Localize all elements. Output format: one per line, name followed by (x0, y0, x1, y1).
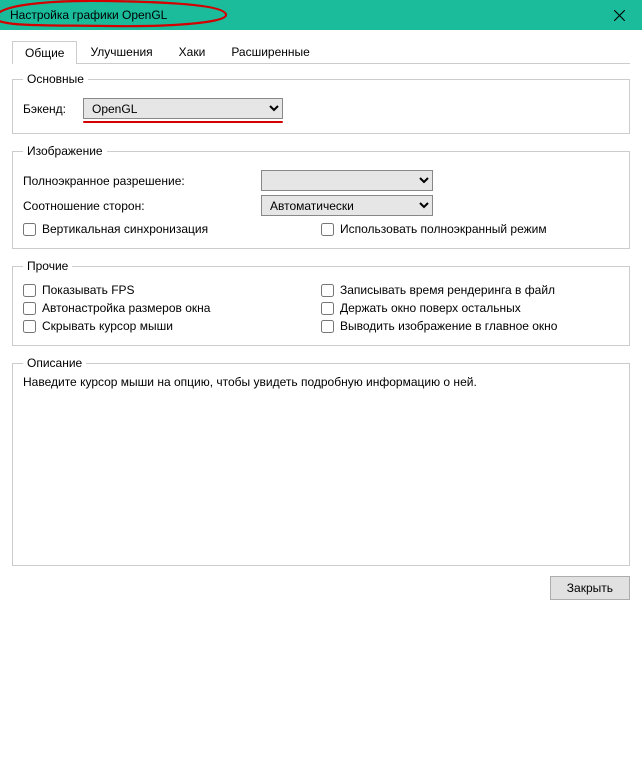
hide-cursor-checkbox[interactable] (23, 320, 36, 333)
hide-cursor-label[interactable]: Скрывать курсор мыши (23, 319, 321, 333)
show-fps-label[interactable]: Показывать FPS (23, 283, 321, 297)
tab-advanced[interactable]: Расширенные (218, 40, 323, 63)
window-close-button[interactable] (597, 0, 642, 30)
tab-general[interactable]: Общие (12, 41, 77, 64)
fieldset-description: Описание Наведите курсор мыши на опцию, … (12, 356, 630, 566)
legend-description: Описание (23, 356, 86, 370)
show-fps-checkbox[interactable] (23, 284, 36, 297)
close-icon (614, 10, 625, 21)
fieldset-display: Изображение Полноэкранное разрешение: Со… (12, 144, 630, 249)
close-button[interactable]: Закрыть (550, 576, 630, 600)
keep-top-checkbox[interactable] (321, 302, 334, 315)
tab-enhancements[interactable]: Улучшения (77, 40, 165, 63)
fullres-label: Полноэкранное разрешение: (23, 174, 253, 188)
fieldset-basic: Основные Бэкенд: OpenGL (12, 72, 630, 134)
description-text: Наведите курсор мыши на опцию, чтобы уви… (23, 374, 619, 391)
tab-hacks[interactable]: Хаки (166, 40, 219, 63)
footer: Закрыть (12, 576, 630, 600)
render-main-text: Выводить изображение в главное окно (340, 319, 557, 333)
log-render-label[interactable]: Записывать время рендеринга в файл (321, 283, 619, 297)
backend-label: Бэкенд: (23, 102, 75, 116)
render-main-label[interactable]: Выводить изображение в главное окно (321, 319, 619, 333)
auto-window-checkbox[interactable] (23, 302, 36, 315)
hide-cursor-text: Скрывать курсор мыши (42, 319, 173, 333)
show-fps-text: Показывать FPS (42, 283, 135, 297)
fullscreen-checkbox[interactable] (321, 223, 334, 236)
fullscreen-text: Использовать полноэкранный режим (340, 222, 547, 236)
auto-window-label[interactable]: Автонастройка размеров окна (23, 301, 321, 315)
log-render-checkbox[interactable] (321, 284, 334, 297)
fieldset-other: Прочие Показывать FPS Записывать время р… (12, 259, 630, 346)
fullscreen-checkbox-label[interactable]: Использовать полноэкранный режим (321, 222, 619, 236)
keep-top-label[interactable]: Держать окно поверх остальных (321, 301, 619, 315)
vsync-text: Вертикальная синхронизация (42, 222, 208, 236)
tabs: Общие Улучшения Хаки Расширенные (12, 40, 630, 64)
vsync-checkbox[interactable] (23, 223, 36, 236)
titlebar: Настройка графики OpenGL (0, 0, 642, 30)
log-render-text: Записывать время рендеринга в файл (340, 283, 555, 297)
fullres-select[interactable] (261, 170, 433, 191)
vsync-checkbox-label[interactable]: Вертикальная синхронизация (23, 222, 321, 236)
legend-display: Изображение (23, 144, 107, 158)
content-area: Общие Улучшения Хаки Расширенные Основны… (0, 30, 642, 612)
aspect-label: Соотношение сторон: (23, 199, 253, 213)
auto-window-text: Автонастройка размеров окна (42, 301, 210, 315)
keep-top-text: Держать окно поверх остальных (340, 301, 521, 315)
window-title: Настройка графики OpenGL (10, 8, 167, 22)
aspect-select[interactable]: Автоматически (261, 195, 433, 216)
backend-select[interactable]: OpenGL (83, 98, 283, 119)
render-main-checkbox[interactable] (321, 320, 334, 333)
legend-basic: Основные (23, 72, 88, 86)
legend-other: Прочие (23, 259, 72, 273)
